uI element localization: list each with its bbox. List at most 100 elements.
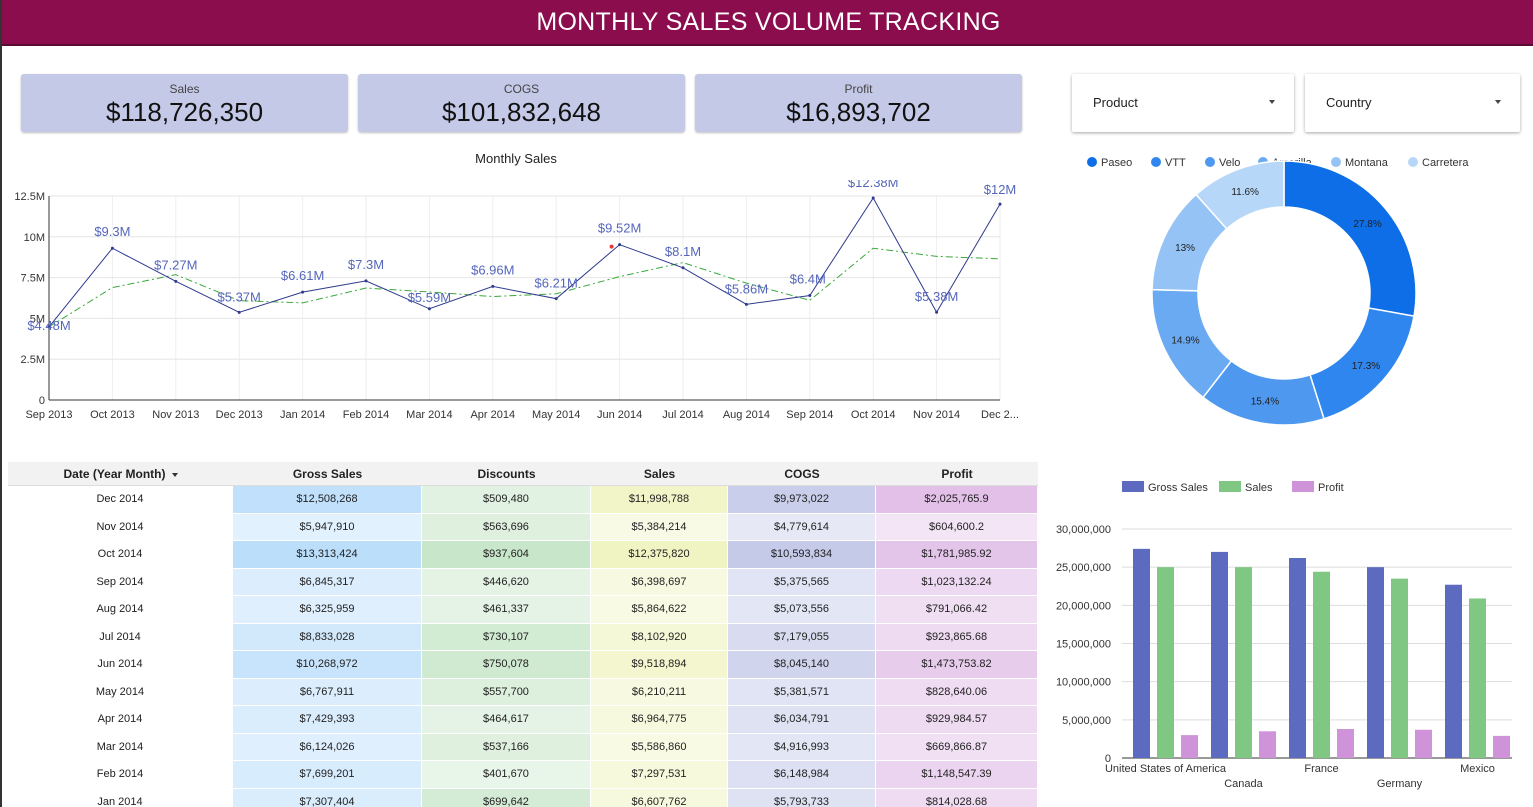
y-tick-label: 12.5M [14, 191, 45, 203]
table-row[interactable]: Mar 2014 $6,124,026 $537,166 $5,586,860 $4,9… [8, 733, 1038, 762]
caret-down-icon [1269, 100, 1275, 104]
kpi-label: Profit [844, 82, 873, 96]
cell-date: Aug 2014 [96, 603, 144, 615]
kpi-cogs-card: COGS $101,832,648 [358, 74, 685, 132]
sort-desc-icon[interactable] [171, 472, 178, 477]
cell-discounts: $557,700 [422, 678, 590, 705]
legend-label: Profit [1318, 482, 1344, 494]
legend-label: VTT [1165, 157, 1186, 169]
x-tick-label: France [1304, 763, 1338, 775]
slice-label: 15.4% [1251, 396, 1279, 407]
column-header-date[interactable]: Date (Year Month) [8, 462, 233, 486]
cell-date: Feb 2014 [96, 768, 144, 780]
legend-swatch [1205, 157, 1215, 167]
y-tick-label: 0 [39, 395, 45, 407]
table-row[interactable]: Jan 2014 $7,307,404 $699,642 $6,607,762 $5,7… [8, 788, 1038, 807]
data-point [554, 297, 558, 301]
data-label: $7.27M [154, 257, 197, 272]
cell-profit: $1,148,547.39 [876, 761, 1037, 788]
data-label: $4.48M [27, 318, 70, 333]
legend-swatch [1087, 157, 1097, 167]
column-header-gross-sales[interactable]: Gross Sales [233, 462, 422, 486]
table-row[interactable]: May 2014 $6,767,911 $557,700 $6,210,211 $5,3… [8, 678, 1038, 707]
country-filter-dropdown[interactable]: Country [1305, 74, 1520, 132]
x-tick-label: Feb 2014 [343, 409, 389, 421]
x-tick-label: Canada [1224, 778, 1263, 790]
table-row[interactable]: Jun 2014 $10,268,972 $750,078 $9,518,894 $8,… [8, 651, 1038, 679]
bar [1415, 729, 1432, 758]
cell-sales: $5,864,622 [591, 596, 727, 623]
cell-date: Jan 2014 [97, 795, 143, 807]
table-row[interactable]: Jul 2014 $8,833,028 $730,107 $8,102,920 $7,1… [8, 623, 1038, 652]
legend-swatch [1219, 481, 1241, 492]
column-header-cogs[interactable]: COGS [728, 462, 876, 486]
filter-label: Country [1326, 95, 1372, 110]
cell-discounts: $699,642 [422, 788, 590, 807]
data-label: $12M [984, 182, 1017, 197]
cell-cogs: $6,148,984 [728, 761, 875, 788]
data-point [427, 307, 431, 311]
bar [1259, 731, 1276, 758]
y-tick-label: 2.5M [21, 354, 45, 366]
product-filter-dropdown[interactable]: Product [1072, 74, 1294, 132]
kpi-value: $118,726,350 [105, 97, 264, 127]
cell-date: Sep 2014 [96, 575, 144, 588]
cell-sales: $6,398,697 [591, 568, 727, 595]
cell-gross-sales: $7,429,393 [233, 706, 421, 733]
x-tick-label: Aug 2014 [723, 409, 770, 421]
legend-label: Gross Sales [1148, 482, 1208, 494]
data-point [744, 302, 748, 306]
dashboard-frame: MONTHLY SALES VOLUME TRACKING Sales $118… [0, 0, 1533, 807]
cell-gross-sales: $6,845,317 [233, 568, 421, 595]
cell-discounts: $750,078 [422, 651, 590, 678]
cell-cogs: $4,779,614 [728, 513, 875, 540]
column-header-sales[interactable]: Sales [591, 462, 728, 486]
table-row[interactable]: Sep 2014 $6,845,317 $446,620 $6,398,697 $5,3… [8, 568, 1038, 597]
cell-profit: $1,781,985.92 [876, 541, 1037, 568]
data-label: $6.61M [281, 268, 324, 283]
cell-profit: $791,066.42 [876, 596, 1037, 623]
caret-down-icon [1495, 100, 1501, 104]
column-header-discounts[interactable]: Discounts [422, 462, 591, 486]
data-label: $5.38M [915, 289, 958, 304]
table-row[interactable]: Feb 2014 $7,699,201 $401,670 $7,297,531 $6,1… [8, 761, 1038, 789]
slice-label: 14.9% [1171, 336, 1199, 347]
y-tick-label: 10M [24, 232, 45, 244]
cell-cogs: $5,375,565 [728, 568, 875, 595]
cell-cogs: $5,381,571 [728, 678, 875, 705]
y-tick-label: 30,000,000 [1056, 524, 1111, 536]
cell-gross-sales: $13,313,424 [233, 541, 421, 568]
country-sales-bar-chart: Gross Sales Sales Profit05,000,00010,000,0… [1056, 481, 1512, 790]
data-label: $5.86M [725, 281, 768, 296]
product-share-donut-chart: PaseoVTTVeloAmarillaMontanaCarretera27.8… [1087, 157, 1469, 426]
data-point [935, 310, 939, 314]
table-row[interactable]: Aug 2014 $6,325,959 $461,337 $5,864,622 $5,0… [8, 596, 1038, 624]
column-header-profit[interactable]: Profit [876, 462, 1038, 486]
legend-swatch [1331, 157, 1341, 167]
table-row[interactable]: Dec 2014 $12,508,268 $509,480 $11,998,788 $9… [8, 486, 1038, 514]
cell-date: Jun 2014 [97, 658, 143, 670]
cell-cogs: $8,045,140 [728, 651, 875, 678]
table-row[interactable]: Oct 2014 $13,313,424 $937,604 $12,375,820 $1… [8, 541, 1038, 569]
data-point [110, 246, 114, 250]
y-tick-label: 15,000,000 [1056, 639, 1111, 651]
kpi-profit-card: Profit $16,893,702 [695, 74, 1022, 132]
donut-slice [1283, 160, 1417, 317]
data-label: $5.59M [408, 290, 451, 305]
cell-discounts: $937,604 [422, 541, 590, 568]
cell-date: May 2014 [95, 685, 145, 698]
bar [1493, 735, 1510, 758]
highlight-point [609, 244, 614, 249]
data-label: $8.1M [665, 244, 701, 259]
table-row[interactable]: Nov 2014 $5,947,910 $563,696 $5,384,214 $4,7… [8, 513, 1038, 542]
slice-label: 11.6% [1231, 187, 1259, 198]
line-chart-title: Monthly Sales [475, 151, 557, 166]
column-header-label: Date (Year Month) [63, 467, 166, 481]
data-label: $9.3M [94, 224, 130, 239]
data-label: $9.52M [598, 221, 641, 236]
cell-gross-sales: $6,767,911 [233, 678, 421, 705]
table-row[interactable]: Apr 2014 $7,429,393 $464,617 $6,964,775 $6,0… [8, 706, 1038, 734]
y-tick-label: 20,000,000 [1056, 600, 1111, 612]
cell-discounts: $401,670 [422, 761, 590, 788]
cell-date: Jul 2014 [99, 630, 141, 643]
